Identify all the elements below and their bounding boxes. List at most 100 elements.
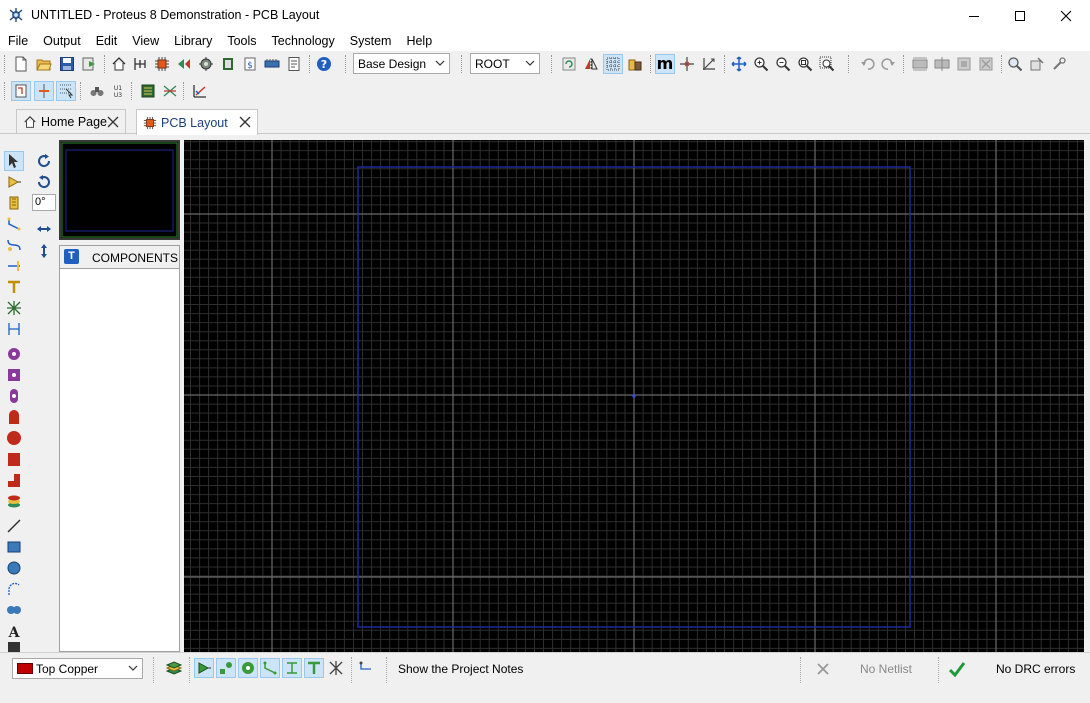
zoom-out-button[interactable] — [773, 54, 793, 74]
menu-library[interactable]: Library — [166, 31, 219, 51]
highlight-button[interactable] — [56, 81, 76, 101]
round-pad-button[interactable] — [4, 344, 24, 364]
edit-nets-button[interactable] — [356, 658, 376, 678]
new-file-button[interactable] — [11, 54, 31, 74]
metric-toggle-button[interactable]: m — [655, 54, 675, 74]
line-mode-button[interactable] — [4, 516, 24, 536]
schematic-button[interactable] — [130, 54, 150, 74]
pick-parts-button[interactable] — [1005, 54, 1025, 74]
save-button[interactable] — [57, 54, 77, 74]
pcb-editing-canvas[interactable] — [184, 140, 1084, 652]
import-button[interactable] — [79, 54, 99, 74]
annotate-button[interactable]: U1 U3 — [108, 81, 128, 101]
grid-toggle-button[interactable] — [603, 54, 623, 74]
help-button[interactable]: ? — [314, 54, 334, 74]
close-tab-icon[interactable] — [107, 116, 119, 128]
false-origin-button[interactable] — [699, 54, 719, 74]
vsm-studio-button[interactable] — [262, 54, 282, 74]
layer-select[interactable]: Top Copper — [12, 658, 143, 679]
component-mode-button[interactable] — [4, 172, 24, 192]
show-vias-toggle[interactable] — [238, 658, 258, 678]
pin-mode-button[interactable] — [34, 81, 54, 101]
selection-mode-button[interactable] — [4, 151, 24, 171]
menu-output[interactable]: Output — [35, 31, 88, 51]
pick-devices-button[interactable]: T — [64, 249, 79, 264]
tab-pcb-layout[interactable]: PCB Layout — [136, 109, 258, 135]
dil-pad-button[interactable] — [4, 386, 24, 406]
design-explorer-button[interactable]: $ — [240, 54, 260, 74]
open-file-button[interactable] — [34, 54, 54, 74]
square-pad-button[interactable] — [4, 365, 24, 385]
path-mode-button[interactable] — [4, 600, 24, 620]
zoom-area-button[interactable] — [817, 54, 837, 74]
box-mode-button[interactable] — [4, 537, 24, 557]
toolbar-grip[interactable] — [183, 82, 186, 100]
mirror-x-button[interactable] — [34, 219, 54, 239]
ratsnest-button[interactable] — [160, 81, 180, 101]
symbol-mode-button[interactable] — [4, 642, 24, 652]
toolbar-grip[interactable] — [345, 55, 348, 73]
toolbar-grip[interactable] — [551, 55, 554, 73]
toolbar-grip[interactable] — [903, 55, 906, 73]
refresh-button[interactable] — [559, 54, 579, 74]
show-pads-toggle[interactable] — [216, 658, 236, 678]
netlist-status-indicator[interactable]: No Netlist — [806, 655, 930, 685]
rotate-anticlockwise-button[interactable] — [34, 172, 54, 192]
menu-edit[interactable]: Edit — [88, 31, 125, 51]
drc-button[interactable] — [190, 81, 210, 101]
toolbar-grip[interactable] — [650, 55, 653, 73]
block-delete-button[interactable] — [976, 54, 996, 74]
ratsnest-mode-button[interactable] — [4, 277, 24, 297]
auto-trace-button[interactable] — [11, 81, 31, 101]
edge-pad-button[interactable] — [4, 407, 24, 427]
3d-viewer-button[interactable] — [196, 54, 216, 74]
show-ratsnest-toggle[interactable] — [326, 658, 346, 678]
block-move-button[interactable] — [932, 54, 952, 74]
home-page-button[interactable] — [109, 54, 129, 74]
decompose-button[interactable] — [1049, 54, 1069, 74]
drc-status-indicator[interactable]: No DRC errors — [944, 655, 1084, 685]
text-mode-button[interactable]: A — [4, 621, 24, 641]
project-notes-button[interactable] — [284, 54, 304, 74]
toolbar-grip[interactable] — [461, 55, 464, 73]
toolbar-grip[interactable] — [131, 82, 134, 100]
block-copy-button[interactable] — [910, 54, 930, 74]
close-tab-icon[interactable] — [239, 116, 251, 128]
search-button[interactable] — [87, 81, 107, 101]
maximize-button[interactable] — [997, 0, 1043, 31]
gerber-viewer-button[interactable] — [174, 54, 194, 74]
netlist-button[interactable] — [138, 81, 158, 101]
padstack-button[interactable] — [4, 491, 24, 511]
proteus-app-icon[interactable] — [8, 7, 24, 23]
make-package-button[interactable] — [1027, 54, 1047, 74]
show-text-toggle[interactable] — [304, 658, 324, 678]
package-mode-button[interactable] — [4, 193, 24, 213]
toolbar-grip[interactable] — [309, 55, 312, 73]
layers-toggle-button[interactable] — [625, 54, 645, 74]
dimension-mode-button[interactable] — [4, 319, 24, 339]
close-button[interactable] — [1043, 0, 1089, 31]
smt-polygonal-pad-button[interactable] — [4, 470, 24, 490]
menu-help[interactable]: Help — [398, 31, 439, 51]
hierarchy-level-select[interactable]: ROOT — [470, 53, 540, 74]
components-list[interactable] — [59, 268, 180, 652]
via-mode-button[interactable] — [4, 235, 24, 255]
show-tracks-toggle[interactable] — [260, 658, 280, 678]
layers-button[interactable] — [164, 658, 184, 678]
mirror-y-button[interactable] — [34, 241, 54, 261]
toolbar-grip[interactable] — [1001, 55, 1004, 73]
connectivity-mode-button[interactable] — [4, 298, 24, 318]
origin-button[interactable] — [677, 54, 697, 74]
block-rotate-button[interactable] — [954, 54, 974, 74]
zoom-in-button[interactable] — [751, 54, 771, 74]
menu-technology[interactable]: Technology — [264, 31, 342, 51]
show-components-toggle[interactable] — [194, 658, 214, 678]
toolbar-grip[interactable] — [80, 82, 83, 100]
track-mode-button[interactable] — [4, 214, 24, 234]
rotation-angle-field[interactable]: 0° — [32, 194, 56, 211]
toolbar-grip[interactable] — [848, 55, 851, 73]
toolbar-grip[interactable] — [104, 55, 107, 73]
show-zones-toggle[interactable] — [282, 658, 302, 678]
minimize-button[interactable] — [951, 0, 997, 31]
redo-button[interactable] — [879, 54, 899, 74]
